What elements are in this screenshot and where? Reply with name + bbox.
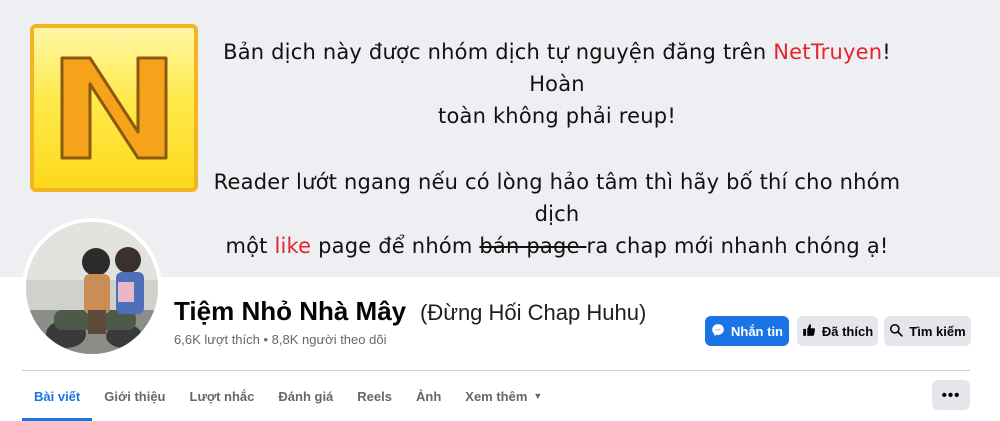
liked-button[interactable]: Đã thích: [797, 316, 878, 346]
cover-line3-text: Reader lướt ngang nếu có lòng hảo tâm th…: [213, 170, 901, 226]
search-icon: [889, 323, 903, 340]
like-highlight-text: like: [274, 234, 312, 258]
tab-photos[interactable]: Ảnh: [404, 377, 453, 415]
message-button-label: Nhắn tin: [731, 323, 783, 339]
more-options-button[interactable]: •••: [932, 380, 970, 410]
tab-reels-label: Reels: [357, 388, 392, 404]
messenger-icon: [711, 323, 725, 340]
avatar-illustration: [26, 222, 158, 354]
tab-reels[interactable]: Reels: [345, 377, 404, 415]
cover-photo[interactable]: Bản dịch này được nhóm dịch tự nguyện đă…: [0, 0, 1000, 277]
cover-line1-text: Bản dịch này được nhóm dịch tự nguyện đă…: [223, 40, 774, 64]
ellipsis-icon: •••: [941, 386, 961, 404]
cover-line4-start: một: [225, 234, 275, 258]
search-button-label: Tìm kiếm: [909, 323, 966, 339]
cover-line4-end: ra chap mới nhanh chóng ạ!: [586, 234, 889, 258]
nettruyen-logo: [30, 24, 198, 192]
strikethrough-text: bán page: [479, 234, 587, 258]
tab-mentions-label: Lượt nhắc: [189, 388, 255, 404]
caret-down-icon: ▼: [533, 391, 543, 401]
tab-reviews[interactable]: Đánh giá: [266, 377, 345, 415]
tab-reviews-label: Đánh giá: [278, 388, 334, 404]
cover-line4-middle: page để nhóm: [311, 234, 480, 258]
tab-posts-label: Bài viết: [34, 388, 81, 404]
page-title: Tiệm Nhỏ Nhà Mây: [174, 296, 407, 326]
liked-button-label: Đã thích: [821, 323, 874, 339]
tab-mentions[interactable]: Lượt nhắc: [178, 377, 267, 415]
thumbs-up-icon: [802, 323, 816, 340]
tab-posts[interactable]: Bài viết: [22, 377, 93, 421]
page-tabs: Bài viết Giới thiệu Lượt nhắc Đánh giá R…: [22, 377, 554, 421]
tab-photos-label: Ảnh: [416, 388, 442, 404]
search-button[interactable]: Tìm kiếm: [884, 316, 971, 346]
page-stats[interactable]: 6,6K lượt thích • 8,8K người theo dõi: [174, 332, 386, 347]
tab-see-more[interactable]: Xem thêm ▼: [453, 377, 554, 415]
page-alias: (Đừng Hối Chap Huhu): [420, 300, 647, 325]
cover-message: Bản dịch này được nhóm dịch tự nguyện đă…: [212, 36, 902, 262]
avatar[interactable]: [22, 218, 162, 358]
tab-see-more-label: Xem thêm: [465, 388, 528, 404]
tab-about-label: Giới thiệu: [104, 388, 166, 404]
tab-about[interactable]: Giới thiệu: [92, 377, 177, 415]
message-button[interactable]: Nhắn tin: [705, 316, 789, 346]
cover-line2-text: toàn không phải reup!: [438, 104, 676, 128]
header-divider: [22, 370, 970, 371]
nettruyen-brand-text: NetTruyen: [773, 40, 883, 64]
